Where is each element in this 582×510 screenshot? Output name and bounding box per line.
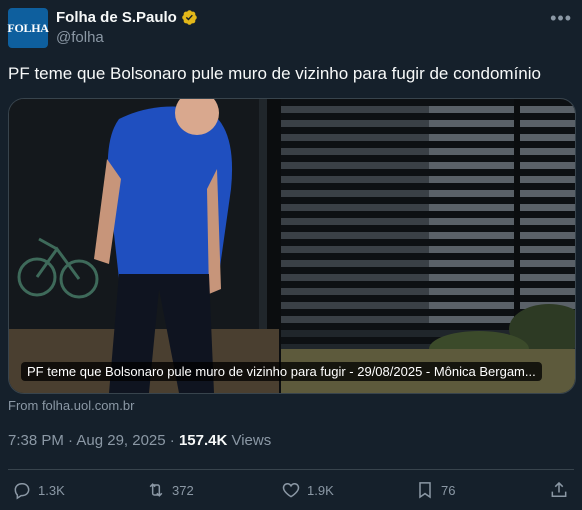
tweet-text: PF teme que Bolsonaro pule muro de vizin… xyxy=(8,64,541,83)
card-image xyxy=(9,99,575,393)
tweet-timestamp[interactable]: 7:38 PM · Aug 29, 2025 · xyxy=(8,432,179,449)
author-name-row[interactable]: Folha de S.Paulo xyxy=(56,9,198,26)
repost-icon xyxy=(149,483,163,497)
bookmark-count: 76 xyxy=(441,482,456,498)
views-count: 157.4K xyxy=(178,432,228,449)
bookmark-button[interactable]: 76 xyxy=(415,480,455,500)
link-card[interactable]: PF teme que Bolsonaro pule muro de vizin… xyxy=(8,98,576,394)
author-handle[interactable]: @folha xyxy=(56,29,104,46)
verified-badge-icon xyxy=(182,10,197,25)
like-button[interactable]: 1.9K xyxy=(281,480,334,500)
repost-button[interactable]: 372 xyxy=(146,480,194,500)
like-count: 1.9K xyxy=(307,482,334,498)
card-caption[interactable]: PF teme que Bolsonaro pule muro de vizin… xyxy=(21,362,542,381)
like-icon xyxy=(282,482,300,498)
action-bar: 1.3K 372 1.9K 76 xyxy=(0,480,582,508)
share-button[interactable] xyxy=(549,480,569,500)
tweet-meta: 7:38 PM · Aug 29, 2025 · 157.4K Views xyxy=(8,432,271,449)
divider xyxy=(8,469,574,470)
reply-button[interactable]: 1.3K xyxy=(12,480,65,500)
bookmark-icon xyxy=(419,482,431,499)
author-display-name[interactable]: Folha de S.Paulo xyxy=(56,9,177,26)
reply-icon xyxy=(14,483,30,500)
share-icon xyxy=(551,481,567,497)
card-source[interactable]: From folha.uol.com.br xyxy=(8,398,134,413)
repost-count: 372 xyxy=(172,482,194,498)
avatar[interactable]: FOLHA xyxy=(7,8,49,48)
reply-count: 1.3K xyxy=(38,482,65,498)
more-icon[interactable]: ••• xyxy=(550,8,572,29)
views-label: Views xyxy=(227,432,272,449)
